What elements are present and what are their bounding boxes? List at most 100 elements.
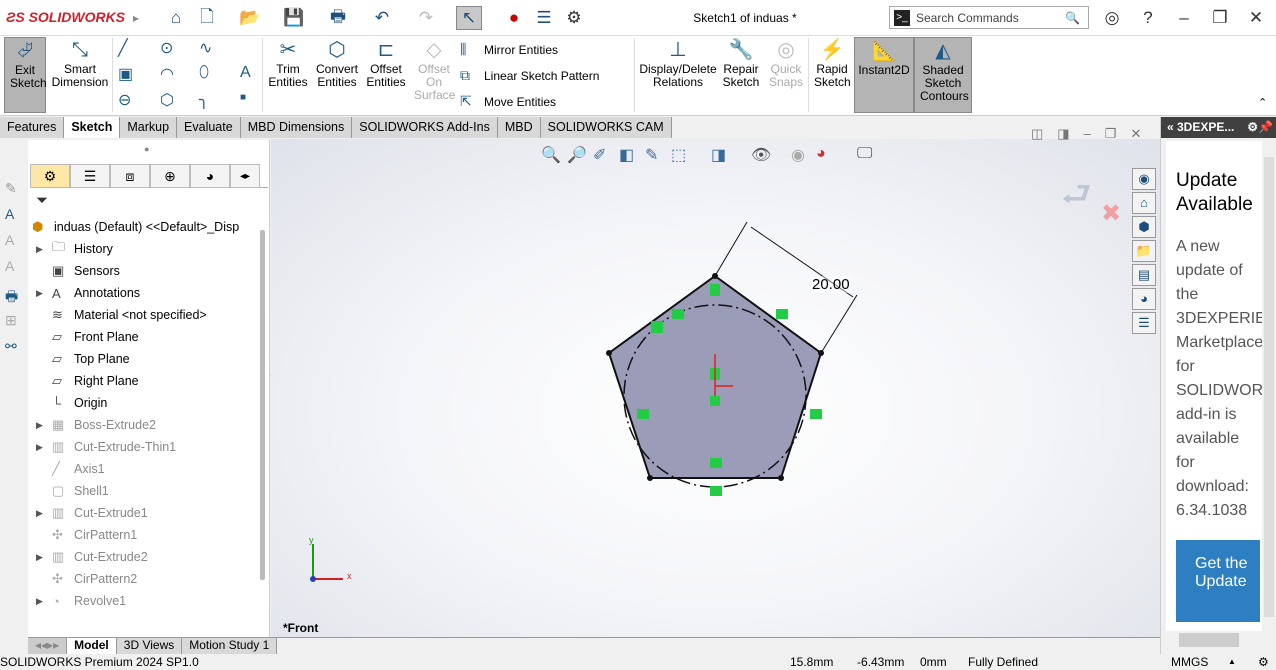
tree-item[interactable]: ✣ CirPattern1 bbox=[36, 524, 137, 546]
tree-scrollbar[interactable] bbox=[260, 230, 265, 580]
quick-snaps-button[interactable]: ◎ Quick Snaps bbox=[766, 37, 806, 89]
search-commands-input[interactable]: >_ Search Commands 🔍 bbox=[889, 6, 1089, 29]
note-tool-icon[interactable]: A bbox=[5, 258, 14, 274]
help-icon[interactable]: ? bbox=[1136, 6, 1160, 30]
line-icon[interactable]: ╱ bbox=[118, 38, 128, 58]
configuration-manager-tab-icon[interactable]: ⧈ bbox=[110, 164, 150, 188]
expand-arrow-icon[interactable]: ▶ bbox=[36, 442, 52, 453]
tree-item[interactable]: ▶ ▥ Cut-Extrude1 bbox=[36, 502, 148, 524]
tree-item[interactable]: ▢ Shell1 bbox=[36, 480, 109, 502]
linear-sketch-pattern-button[interactable]: ⧉ Linear Sketch Pattern bbox=[460, 67, 599, 84]
display-delete-relations-button[interactable]: ⊥ Display/Delete Relations bbox=[638, 37, 718, 89]
tab-solidworks-add-ins[interactable]: SOLIDWORKS Add-Ins bbox=[352, 117, 498, 138]
dimension-tool-icon[interactable]: A bbox=[5, 232, 14, 248]
text-tool-icon[interactable]: A bbox=[5, 206, 14, 222]
instant2d-button[interactable]: 📐 Instant2D bbox=[854, 37, 914, 113]
tab-sketch[interactable]: Sketch bbox=[64, 117, 121, 138]
feature-manager-tab-icon[interactable]: ⚙ bbox=[30, 164, 70, 188]
tree-item[interactable]: ✣ CirPattern2 bbox=[36, 568, 137, 590]
circle-icon[interactable]: ⊙ bbox=[160, 38, 173, 58]
select-icon[interactable]: ↖ bbox=[456, 6, 482, 30]
save-icon[interactable]: 💾 bbox=[282, 6, 306, 30]
new-document-icon[interactable]: 🗋 bbox=[195, 6, 219, 30]
tree-item[interactable]: ▶ ◔ Revolve1 bbox=[36, 590, 126, 612]
close-icon[interactable]: ✕ bbox=[1244, 6, 1268, 30]
smart-dimension-button[interactable]: ⤡ Smart Dimension bbox=[50, 37, 110, 89]
graphics-area[interactable]: 🔍 🔎 ✐ ◧ ✎ ⬚ ◨ 👁 ◉ ◕ 🖵 ◫◨–❐✕ ⮐ ✖ 20.00 y … bbox=[271, 126, 1160, 637]
relation-tool-icon[interactable]: ⚯ bbox=[5, 338, 17, 355]
view-palette-icon[interactable]: ▤ bbox=[1132, 264, 1156, 286]
tree-item[interactable]: ▶ 🗀 History bbox=[36, 238, 113, 260]
tree-item[interactable]: ▣ Sensors bbox=[36, 260, 120, 282]
redo-icon[interactable]: ↷ bbox=[414, 6, 438, 30]
tab-features[interactable]: Features bbox=[0, 117, 65, 138]
tab-evaluate[interactable]: Evaluate bbox=[177, 117, 241, 138]
point-icon[interactable]: ■ bbox=[240, 92, 246, 103]
tab-mbd[interactable]: MBD bbox=[497, 117, 541, 138]
expand-arrow-icon[interactable]: ▶ bbox=[36, 288, 52, 299]
custom-properties-icon[interactable]: ☰ bbox=[1132, 312, 1156, 334]
tab-scroll-buttons[interactable]: ◂◂▸▸ bbox=[28, 638, 68, 654]
minimize-icon[interactable]: – bbox=[1172, 6, 1196, 30]
unit-system[interactable]: MMGS bbox=[1171, 654, 1208, 670]
display-manager-tab-icon[interactable]: ◕ bbox=[190, 164, 230, 188]
search-icon[interactable]: 🔍 bbox=[1065, 11, 1080, 25]
slot-icon[interactable]: ⊖ bbox=[118, 90, 131, 110]
grid-tool-icon[interactable]: ⊞ bbox=[5, 312, 17, 329]
expand-arrow-icon[interactable]: ▶ bbox=[36, 508, 52, 519]
tree-item[interactable]: ▱ Right Plane bbox=[36, 370, 139, 392]
expand-arrow-icon[interactable]: ▶ bbox=[36, 552, 52, 563]
task-pane-scrollbar[interactable] bbox=[1264, 157, 1274, 617]
file-explorer-icon[interactable]: 📁 bbox=[1132, 240, 1156, 262]
pin-icon[interactable]: ⚙📌 bbox=[1247, 117, 1273, 138]
ellipse-icon[interactable]: ⬯ bbox=[199, 64, 209, 82]
tree-root[interactable]: ⬢ induas (Default) <<Default>_Disp bbox=[32, 216, 239, 238]
3dexperience-icon[interactable]: ◉ bbox=[1132, 168, 1156, 190]
tree-item[interactable]: ▶ ▦ Boss-Extrude2 bbox=[36, 414, 156, 436]
tree-item[interactable]: └ Origin bbox=[36, 392, 107, 414]
filter-icon[interactable]: ⏷ bbox=[36, 192, 48, 209]
units-menu-icon[interactable]: ▲ bbox=[1228, 654, 1236, 670]
sketch-tool-icon[interactable]: ✎ bbox=[5, 180, 17, 197]
dimxpert-tab-icon[interactable]: ⊕ bbox=[150, 164, 190, 188]
options-gear-icon[interactable]: ⚙ bbox=[562, 6, 586, 30]
undo-icon[interactable]: ↶ bbox=[370, 6, 394, 30]
repair-sketch-button[interactable]: 🔧 Repair Sketch bbox=[720, 37, 762, 89]
open-icon[interactable]: 📂 bbox=[238, 6, 262, 30]
tab-scroll-arrows[interactable]: ◂▸ bbox=[230, 164, 260, 188]
trim-entities-button[interactable]: ✂ Trim Entities bbox=[266, 37, 310, 89]
account-icon[interactable]: ◎ bbox=[1100, 6, 1124, 30]
get-update-button[interactable]: Get the Update bbox=[1176, 540, 1260, 622]
spline-icon[interactable]: ∿ bbox=[199, 38, 212, 58]
tree-item[interactable]: ╱ Axis1 bbox=[36, 458, 105, 480]
tree-item[interactable]: ▱ Top Plane bbox=[36, 348, 130, 370]
solidworks-resources-icon[interactable]: ⌂ bbox=[1132, 192, 1156, 214]
offset-entities-button[interactable]: ⊏ Offset Entities bbox=[364, 37, 408, 89]
tree-item[interactable]: ▶ A Annotations bbox=[36, 282, 140, 304]
task-pane-title[interactable]: « 3DEXPE... bbox=[1167, 120, 1234, 134]
text-icon[interactable]: A bbox=[240, 64, 251, 82]
fillet-icon[interactable]: ╮ bbox=[199, 90, 209, 110]
appearances-icon[interactable]: ◕ bbox=[1132, 288, 1156, 310]
polygon-icon[interactable]: ⬡ bbox=[160, 90, 174, 110]
rectangle-icon[interactable]: ▣ bbox=[118, 64, 133, 84]
file-properties-icon[interactable]: ☰ bbox=[532, 6, 556, 30]
restore-icon[interactable]: ❐ bbox=[1208, 6, 1232, 30]
tree-item[interactable]: ≋ Material <not specified> bbox=[36, 304, 207, 326]
collapse-ribbon-icon[interactable]: ⌃ bbox=[1258, 96, 1267, 109]
tree-item[interactable]: ▶ ▥ Cut-Extrude-Thin1 bbox=[36, 436, 176, 458]
tree-item[interactable]: ▱ Front Plane bbox=[36, 326, 139, 348]
convert-entities-button[interactable]: ⬡ Convert Entities bbox=[314, 37, 360, 89]
tab-solidworks-cam[interactable]: SOLIDWORKS CAM bbox=[540, 117, 672, 138]
print-tool-icon[interactable]: 🖶 bbox=[5, 286, 18, 310]
home-icon[interactable]: ⌂ bbox=[164, 6, 188, 30]
expand-menu-icon[interactable]: ▸ bbox=[124, 6, 148, 30]
solidworks-logo[interactable]: ƧS SOLIDWORKS bbox=[6, 9, 125, 25]
expand-arrow-icon[interactable]: ▶ bbox=[36, 596, 52, 607]
status-settings-icon[interactable]: ⚙ bbox=[1258, 654, 1269, 670]
mirror-entities-button[interactable]: ⫼ Mirror Entities bbox=[460, 41, 558, 58]
move-entities-button[interactable]: ⇱ Move Entities bbox=[460, 93, 556, 110]
expand-arrow-icon[interactable]: ▶ bbox=[36, 420, 52, 431]
tab-model[interactable]: Model bbox=[67, 638, 117, 654]
tab-3d-views[interactable]: 3D Views bbox=[116, 638, 183, 654]
